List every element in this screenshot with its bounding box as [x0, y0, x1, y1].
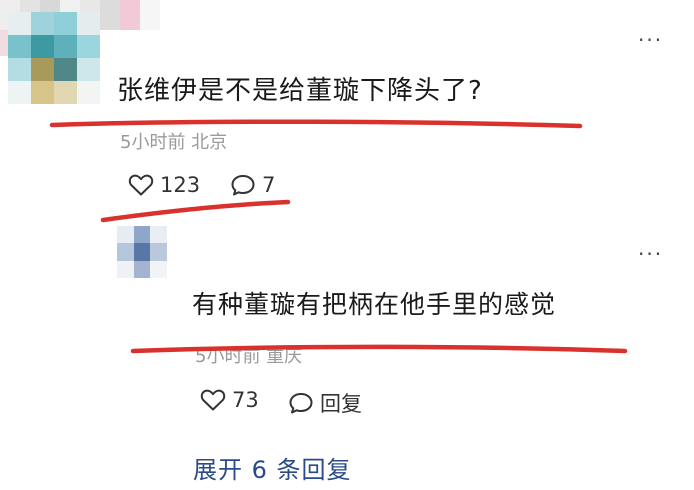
- avatar[interactable]: [8, 12, 100, 104]
- more-icon[interactable]: ···: [638, 30, 663, 50]
- reply-count: 7: [262, 173, 276, 197]
- comment-text: 有种董璇有把柄在他手里的感觉: [192, 290, 557, 319]
- heart-icon: [200, 388, 226, 412]
- avatar[interactable]: [117, 226, 167, 278]
- more-icon[interactable]: ···: [638, 244, 663, 264]
- underline-comment-1: [49, 119, 583, 129]
- reply-label: 回复: [320, 392, 362, 416]
- comment-meta: 5小时前 北京: [120, 132, 228, 153]
- comment-meta: 5小时前 重庆: [195, 346, 303, 367]
- comment-text: 张维伊是不是给董璇下降头了?: [117, 76, 483, 106]
- like-button[interactable]: 73: [200, 388, 259, 412]
- like-count: 73: [232, 388, 259, 412]
- reply-button[interactable]: 7: [230, 173, 275, 197]
- expand-replies-link[interactable]: 展开 6 条回复: [193, 450, 352, 485]
- like-count: 123: [160, 173, 201, 197]
- underline-actions-1: [100, 199, 291, 223]
- reply-button[interactable]: 回复: [288, 388, 362, 418]
- comment-bubble-icon: [288, 391, 314, 415]
- heart-icon: [128, 173, 154, 197]
- comment-bubble-icon: [230, 173, 256, 197]
- like-button[interactable]: 123: [128, 173, 200, 197]
